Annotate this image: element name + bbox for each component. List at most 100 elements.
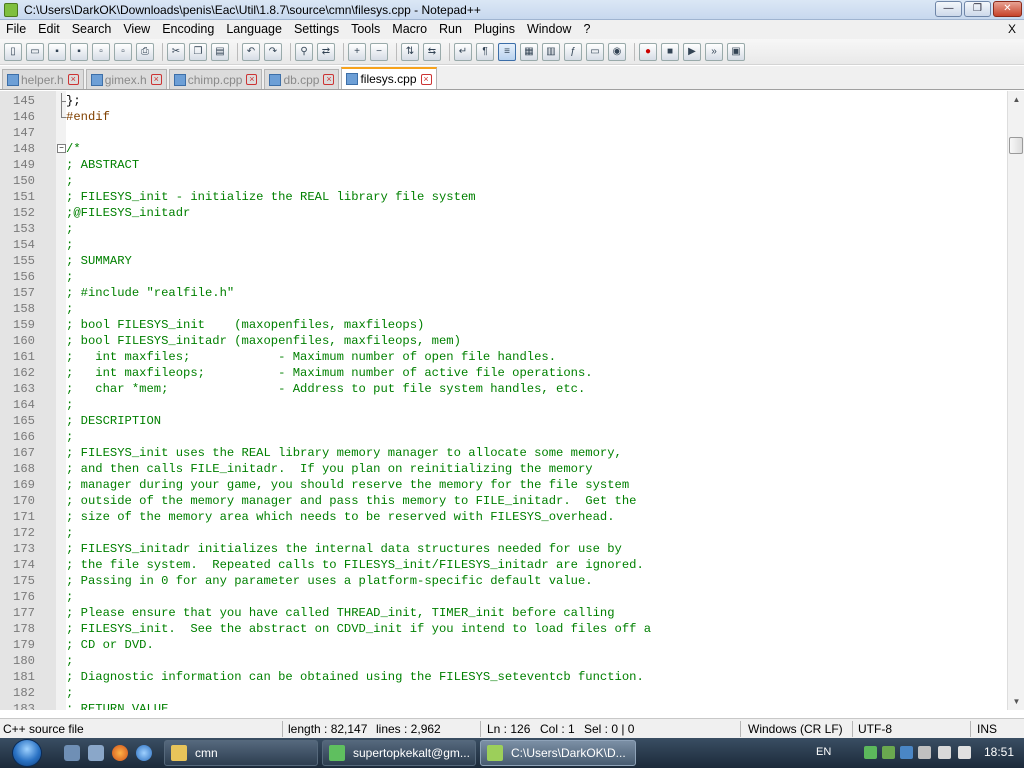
code-line[interactable]: 162 ; int maxfileops; - Maximum number of…: [0, 365, 1007, 381]
code-text[interactable]: };: [66, 93, 81, 109]
code-line[interactable]: 167 ; FILESYS_init uses the REAL library …: [0, 445, 1007, 461]
clock[interactable]: 18:51: [984, 745, 1014, 759]
code-line[interactable]: 148 −/*: [0, 141, 1007, 157]
status-insert-mode[interactable]: INS: [977, 722, 997, 736]
code-line[interactable]: 170 ; outside of the memory manager and p…: [0, 493, 1007, 509]
cut-icon[interactable]: ✂: [167, 42, 185, 61]
function-list-icon[interactable]: ƒ: [564, 42, 582, 61]
volume-icon[interactable]: [958, 746, 971, 759]
code-line[interactable]: 160 ; bool FILESYS_initadr (maxopenfiles,…: [0, 333, 1007, 349]
code-text[interactable]: ; the file system. Repeated calls to FIL…: [66, 557, 644, 573]
code-text[interactable]: ;: [66, 525, 73, 541]
code-line[interactable]: 156;: [0, 269, 1007, 285]
tab-gimex-h[interactable]: gimex.h ×: [85, 69, 167, 89]
code-text[interactable]: ; manager during your game, you should r…: [66, 477, 629, 493]
menu-search[interactable]: Search: [66, 20, 118, 39]
code-line[interactable]: 163 ; char *mem; - Address to put file sy…: [0, 381, 1007, 397]
close-tab-icon[interactable]: ×: [67, 74, 79, 85]
menu-edit[interactable]: Edit: [32, 20, 66, 39]
minimize-button[interactable]: —: [935, 1, 962, 17]
code-line[interactable]: 169 ; manager during your game, you shoul…: [0, 477, 1007, 493]
fold-marker[interactable]: −: [35, 141, 66, 157]
code-text[interactable]: ; SUMMARY: [66, 253, 132, 269]
tray-app-icon[interactable]: [864, 746, 877, 759]
code-line[interactable]: 155 ; SUMMARY: [0, 253, 1007, 269]
code-text[interactable]: ;@FILESYS_initadr: [66, 205, 190, 221]
code-text[interactable]: ;: [66, 221, 73, 237]
code-text[interactable]: ; Please ensure that you have called THR…: [66, 605, 615, 621]
code-line[interactable]: 158;: [0, 301, 1007, 317]
menu-encoding[interactable]: Encoding: [156, 20, 220, 39]
menu-file[interactable]: File: [0, 20, 32, 39]
language-indicator[interactable]: EN: [816, 746, 831, 758]
stop-record-icon[interactable]: ■: [661, 42, 679, 61]
code-line[interactable]: 176;: [0, 589, 1007, 605]
code-editor[interactable]: 145}; 146 #endif 147 148−/* 149; ABSTRACT 150;…: [0, 91, 1007, 710]
code-text[interactable]: ;: [66, 589, 73, 605]
code-line[interactable]: 166;: [0, 429, 1007, 445]
print-icon[interactable]: ⎙: [136, 42, 154, 61]
network-icon[interactable]: [938, 746, 951, 759]
code-line[interactable]: 150;: [0, 173, 1007, 189]
maximize-button[interactable]: ❐: [964, 1, 991, 17]
sync-vertical-icon[interactable]: ⇅: [401, 42, 419, 61]
close-document-button[interactable]: X: [1008, 20, 1016, 39]
menu-view[interactable]: View: [117, 20, 156, 39]
code-text[interactable]: #endif: [66, 109, 110, 125]
save-macro-icon[interactable]: ▣: [727, 42, 745, 61]
code-line[interactable]: 165 ; DESCRIPTION: [0, 413, 1007, 429]
code-text[interactable]: ;: [66, 429, 73, 445]
code-text[interactable]: ;: [66, 397, 73, 413]
tray-app-icon[interactable]: [918, 746, 931, 759]
code-line[interactable]: 172;: [0, 525, 1007, 541]
code-line[interactable]: 147: [0, 125, 1007, 141]
scroll-up-icon[interactable]: ▲: [1008, 91, 1024, 108]
play-multiple-icon[interactable]: »: [705, 42, 723, 61]
status-encoding[interactable]: UTF-8: [858, 722, 892, 736]
code-text[interactable]: ;: [66, 685, 73, 701]
taskbar-item-notepadpp[interactable]: C:\Users\DarkOK\D...: [480, 740, 636, 766]
code-line[interactable]: 157 ; #include "realfile.h": [0, 285, 1007, 301]
code-text[interactable]: ;: [66, 653, 73, 669]
code-text[interactable]: ; #include "realfile.h": [66, 285, 234, 301]
code-line[interactable]: 182;: [0, 685, 1007, 701]
show-desktop-icon[interactable]: [64, 745, 80, 761]
code-text[interactable]: ; FILESYS_initadr initializes the intern…: [66, 541, 622, 557]
code-line[interactable]: 149 ; ABSTRACT: [0, 157, 1007, 173]
zoom-out-icon[interactable]: −: [370, 42, 388, 61]
taskbar-item-cmn[interactable]: cmn: [164, 740, 318, 766]
close-tab-icon[interactable]: ×: [150, 74, 162, 85]
firefox-icon[interactable]: [112, 745, 128, 761]
code-line[interactable]: 153;: [0, 221, 1007, 237]
replace-icon[interactable]: ⇄: [317, 42, 335, 61]
save-all-icon[interactable]: ▪: [70, 42, 88, 61]
internet-explorer-icon[interactable]: [136, 745, 152, 761]
code-text[interactable]: ;: [66, 173, 73, 189]
menu-run[interactable]: Run: [433, 20, 468, 39]
code-text[interactable]: ; size of the memory area which needs to…: [66, 509, 615, 525]
code-text[interactable]: ; char *mem; - Address to put file syste…: [66, 381, 585, 397]
code-line[interactable]: 181 ; Diagnostic information can be obtai…: [0, 669, 1007, 685]
code-line[interactable]: 159 ; bool FILESYS_init (maxopenfiles, ma…: [0, 317, 1007, 333]
code-text[interactable]: ; FILESYS_init - initialize the REAL lib…: [66, 189, 476, 205]
record-macro-icon[interactable]: ●: [639, 42, 657, 61]
code-line[interactable]: 152 ;@FILESYS_initadr: [0, 205, 1007, 221]
code-text[interactable]: ; and then calls FILE_initadr. If you pl…: [66, 461, 593, 477]
close-icon[interactable]: ▫: [92, 42, 110, 61]
menu-language[interactable]: Language: [220, 20, 288, 39]
code-text[interactable]: ; Passing in 0 for any parameter uses a …: [66, 573, 593, 589]
code-line[interactable]: 178 ; FILESYS_init. See the abstract on C…: [0, 621, 1007, 637]
menu-help[interactable]: ?: [577, 20, 596, 39]
menu-tools[interactable]: Tools: [345, 20, 386, 39]
sync-horizontal-icon[interactable]: ⇆: [423, 42, 441, 61]
code-lines[interactable]: 145}; 146 #endif 147 148−/* 149; ABSTRACT 150;…: [0, 93, 1007, 710]
user-defined-lang-icon[interactable]: ▦: [520, 42, 538, 61]
code-line[interactable]: 177 ; Please ensure that you have called …: [0, 605, 1007, 621]
code-line[interactable]: 175 ; Passing in 0 for any parameter uses…: [0, 573, 1007, 589]
show-all-chars-icon[interactable]: ¶: [476, 42, 494, 61]
code-line[interactable]: 161 ; int maxfiles; - Maximum number of o…: [0, 349, 1007, 365]
code-line[interactable]: 151 ; FILESYS_init - initialize the REAL …: [0, 189, 1007, 205]
scroll-thumb[interactable]: [1009, 137, 1023, 154]
play-macro-icon[interactable]: ▶: [683, 42, 701, 61]
code-text[interactable]: ; int maxfiles; - Maximum number of open…: [66, 349, 556, 365]
